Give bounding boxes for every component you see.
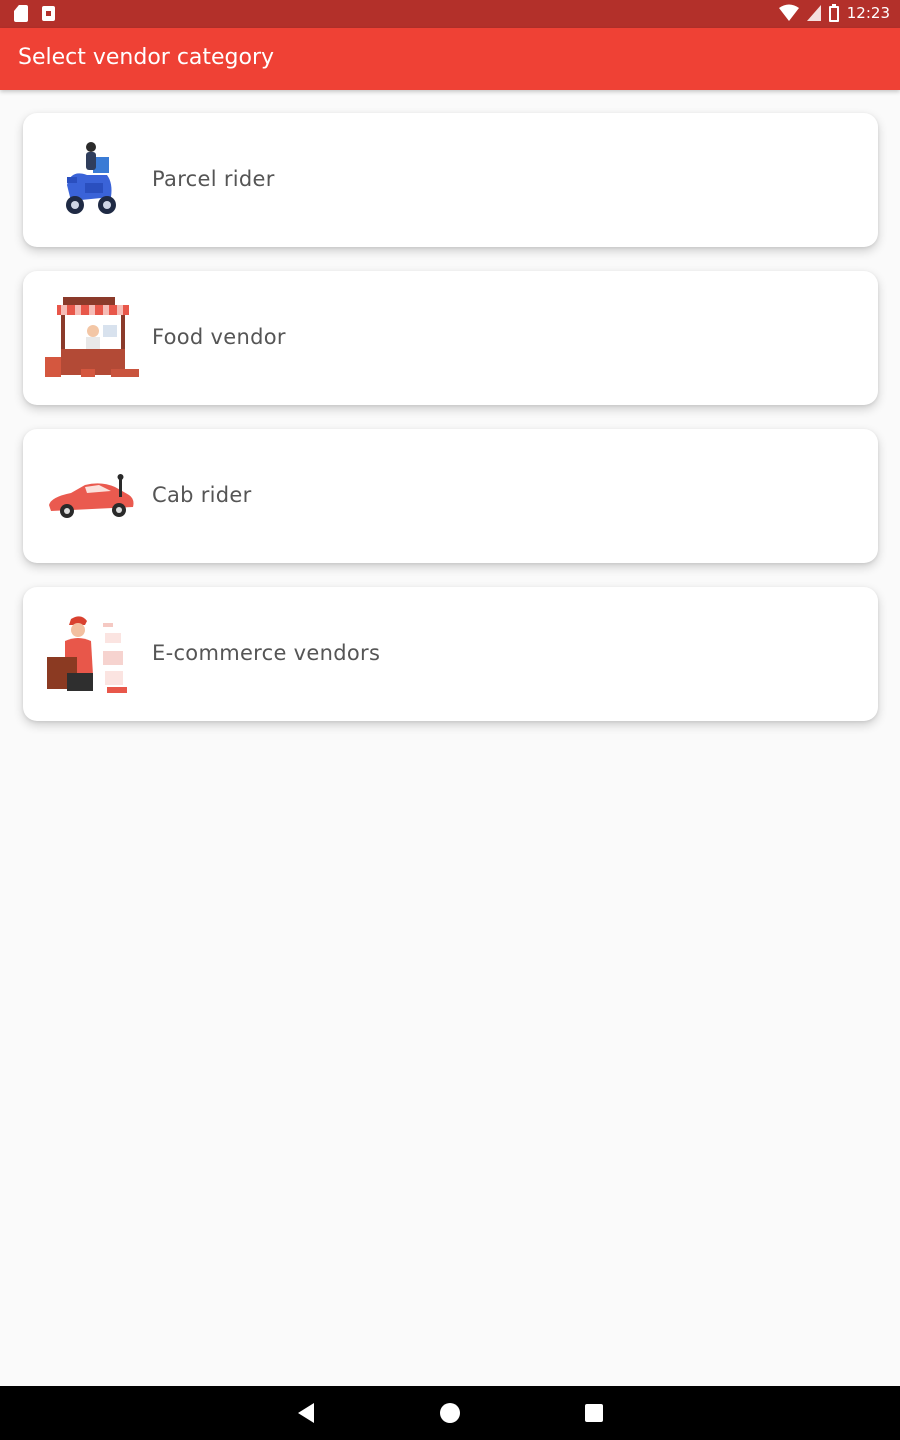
- home-icon[interactable]: [440, 1403, 460, 1423]
- status-left: [14, 5, 55, 22]
- notification-icon: [42, 6, 55, 21]
- signal-icon: [806, 5, 821, 21]
- wifi-icon: [778, 4, 799, 21]
- scooter-rider-icon: [66, 142, 116, 214]
- delivery-person-icon: [47, 616, 127, 693]
- sd-card-icon: [14, 5, 28, 22]
- recents-icon[interactable]: [585, 1404, 603, 1422]
- food-stall-icon: [45, 297, 139, 377]
- category-label: Parcel rider: [152, 167, 275, 191]
- status-right: 12:23: [778, 4, 890, 22]
- category-card-parcel-rider[interactable]: Parcel rider: [23, 113, 878, 247]
- category-label: Cab rider: [152, 483, 252, 507]
- vendor-category-list: Parcel rider Food vendor Cab rider E-com…: [23, 113, 878, 745]
- page-title: Select vendor category: [18, 45, 275, 70]
- category-label: E-commerce vendors: [152, 641, 381, 665]
- back-icon[interactable]: [298, 1403, 314, 1423]
- category-card-food-vendor[interactable]: Food vendor: [23, 271, 878, 405]
- category-label: Food vendor: [152, 325, 286, 349]
- category-card-ecommerce-vendors[interactable]: E-commerce vendors: [23, 587, 878, 721]
- status-time: 12:23: [846, 4, 890, 22]
- app-bar: Select vendor category: [0, 28, 900, 90]
- car-icon: [49, 474, 134, 518]
- category-card-cab-rider[interactable]: Cab rider: [23, 429, 878, 563]
- status-bar: 12:23: [0, 0, 900, 28]
- battery-icon: [828, 4, 839, 22]
- navigation-bar: [0, 1386, 900, 1440]
